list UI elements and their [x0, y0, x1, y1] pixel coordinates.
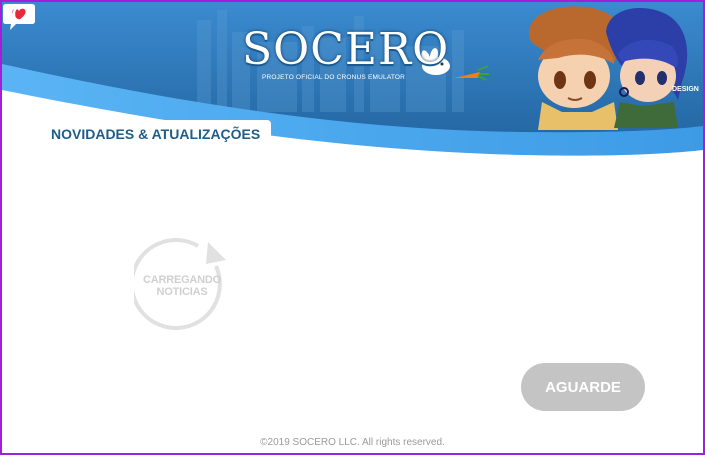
loading-indicator: CARREGANDO NOTICIAS — [134, 236, 230, 332]
designer-logo-icon — [4, 4, 23, 22]
loading-text-line2: NOTICIAS — [156, 286, 208, 298]
wait-button[interactable]: AGUARDE — [521, 363, 645, 411]
launcher-window: SOCERO Projeto Oficial do Cronus Emulato… — [0, 0, 705, 455]
socero-logo: SOCERO Projeto Oficial do Cronus Emulato… — [242, 26, 482, 88]
footer-copyright: ©2019 SOCERO LLC. All rights reserved. — [260, 437, 445, 448]
loading-text-line1: CARREGANDO — [142, 274, 222, 286]
news-section-title: NOVIDADES & ATUALIZAÇÕES — [40, 120, 272, 146]
design-credit-label: DESIGN — [672, 86, 699, 93]
header-banner: SOCERO Projeto Oficial do Cronus Emulato… — [2, 2, 703, 167]
logo-wordmark: SOCERO — [242, 24, 450, 75]
logo-subtitle: Projeto Oficial do Cronus Emulator — [262, 74, 406, 81]
